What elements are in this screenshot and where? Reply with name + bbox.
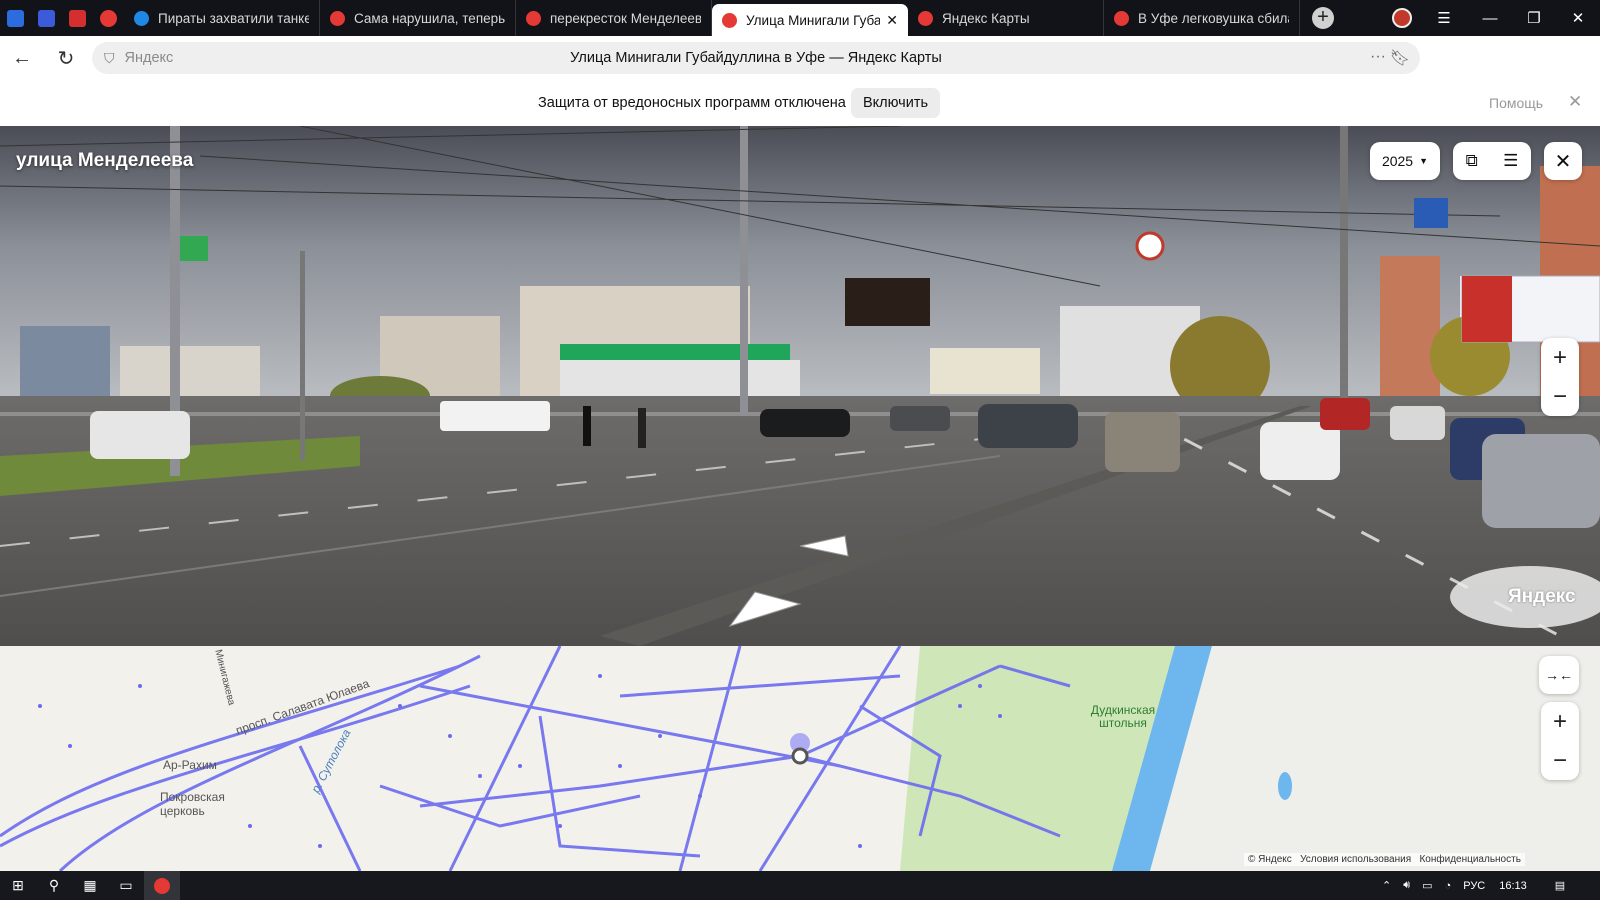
browser-tab[interactable]: В Уфе легковушка сбила <box>1104 0 1300 36</box>
mini-map[interactable]: просп. Салавата Юлаева Минигажева р. Сут… <box>0 646 1600 871</box>
map-zoom: + − <box>1541 702 1579 780</box>
reload-button[interactable]: ↻ <box>44 36 88 80</box>
pinned-tab[interactable] <box>31 0 62 36</box>
close-panorama-button[interactable]: ✕ <box>1544 142 1582 180</box>
page-title: Улица Минигали Губайдуллина в Уфе — Янде… <box>570 50 942 66</box>
browser-tab[interactable]: Яндекс Карты <box>908 0 1104 36</box>
yandex-watermark: Яндекс <box>1450 566 1600 628</box>
tab-favicon-icon <box>134 10 149 26</box>
browser-tab[interactable]: Сама нарушила, теперь <box>320 0 516 36</box>
map-label-mosque: Ар-Рахим <box>163 758 217 772</box>
tab-favicon-icon <box>918 10 933 26</box>
tray-arrow-icon[interactable]: ⌃ <box>1382 879 1391 892</box>
yandex-watermark-text: Яндекс <box>1508 586 1576 607</box>
system-tray: ⌃ 🔊︎ ▭ ◔ РУС 16:13 ▤ <box>1382 871 1565 900</box>
language-indicator[interactable]: РУС <box>1463 880 1485 892</box>
browser-tab[interactable]: перекресток Менделеев <box>516 0 712 36</box>
app-icon <box>100 9 117 27</box>
profile-avatar[interactable] <box>1380 0 1424 36</box>
map-copyright: © Яндекс Условия использования Конфиденц… <box>1244 853 1525 866</box>
panorama-tools: ⧉ ☰ <box>1453 142 1531 180</box>
notifications-icon[interactable]: ▤ <box>1555 879 1565 892</box>
tab-title: Пираты захватили танке <box>158 10 309 26</box>
menu-icon[interactable]: ☰ <box>1422 0 1466 36</box>
app-icon <box>38 9 55 27</box>
map-zoom-in-button[interactable]: + <box>1541 702 1579 741</box>
app-icon <box>7 9 24 27</box>
tab-title: Яндекс Карты <box>942 10 1030 26</box>
enable-protection-button[interactable]: Включить <box>851 88 940 118</box>
year-selector[interactable]: 2025 ▼ <box>1370 142 1440 180</box>
map-canvas <box>0 646 1600 871</box>
security-infobar: Защита от вредоносных программ отключена… <box>0 80 1600 126</box>
network-icon[interactable]: ◔ <box>1445 880 1452 892</box>
tab-bar: Пираты захватили танке Сама нарушила, теп… <box>0 0 1600 36</box>
url-field[interactable]: ⛉ Яндекс Улица Минигали Губайдуллина в У… <box>92 42 1420 74</box>
zoom-out-button[interactable]: − <box>1541 377 1579 416</box>
tab-favicon-icon <box>526 10 541 26</box>
close-infobar-icon[interactable]: ✕ <box>1568 92 1582 112</box>
tab-title: В Уфе легковушка сбила <box>1138 10 1289 26</box>
battery-icon[interactable]: ▭ <box>1422 879 1432 892</box>
start-icon[interactable]: ⊞ <box>0 871 36 900</box>
panorama-image <box>0 126 1600 646</box>
browser-tab[interactable]: Улица Минигали Губа ✕ <box>712 4 908 36</box>
map-label-church: Покровская церковь <box>160 790 225 818</box>
privacy-link[interactable]: Конфиденциальность <box>1419 854 1520 865</box>
open-external-icon[interactable]: ⧉ <box>1466 151 1478 171</box>
minimize-button[interactable]: — <box>1468 0 1512 36</box>
help-link[interactable]: Помощь <box>1489 95 1543 111</box>
menu-lines-icon[interactable]: ☰ <box>1503 151 1518 171</box>
new-tab-button[interactable]: + <box>1312 7 1334 29</box>
map-zoom-out-button[interactable]: − <box>1541 741 1579 780</box>
clock[interactable]: 16:13 <box>1499 880 1527 892</box>
year-value: 2025 <box>1381 153 1414 169</box>
address-bar: ← ↻ ⛉ Яндекс Улица Минигали Губайдуллина… <box>0 36 1600 104</box>
terms-link[interactable]: Условия использования <box>1300 854 1411 865</box>
pinned-tab[interactable] <box>62 0 93 36</box>
zoom-in-button[interactable]: + <box>1541 338 1579 377</box>
tab-favicon-icon <box>722 12 737 28</box>
caret-down-icon: ▼ <box>1419 156 1429 166</box>
tab-favicon-icon <box>1114 10 1129 26</box>
bookmark-icon[interactable]: 🔖︎ <box>1390 48 1410 68</box>
tab-title: Сама нарушила, теперь <box>354 10 505 26</box>
pinned-tab[interactable] <box>0 0 31 36</box>
infobar-message: Защита от вредоносных программ отключена <box>538 95 846 111</box>
yandex-browser-icon[interactable] <box>144 871 180 900</box>
tab-favicon-icon <box>330 10 345 26</box>
tab-title: перекресток Менделеев <box>550 10 701 26</box>
close-window-button[interactable]: ✕ <box>1556 0 1600 36</box>
app-icon[interactable]: ▭ <box>108 871 144 900</box>
back-button[interactable]: ← <box>0 36 44 80</box>
copyright-text: © Яндекс <box>1248 854 1292 865</box>
street-panorama[interactable]: улица Менделеева 2025 ▼ ⧉ ☰ ✕ + − Яндекс <box>0 126 1600 646</box>
search-icon[interactable]: ⚲ <box>36 871 72 900</box>
map-label-shaft: Дудкинская штольня <box>1090 703 1156 730</box>
more-icon[interactable]: ··· <box>1370 48 1386 66</box>
collapse-map-icon[interactable]: →← <box>1539 656 1579 694</box>
app-icon[interactable]: ▦ <box>72 871 108 900</box>
pinned-tab[interactable] <box>93 0 124 36</box>
browser-tab[interactable]: Пираты захватили танке <box>124 0 320 36</box>
app-icon <box>69 9 86 27</box>
panorama-zoom: + − <box>1541 338 1579 416</box>
restore-button[interactable]: ❐ <box>1512 0 1556 36</box>
windows-taskbar: ⊞ ⚲ ▦ ▭ ⌃ 🔊︎ ▭ ◔ РУС 16:13 ▤ <box>0 871 1600 900</box>
close-tab-icon[interactable]: ✕ <box>880 12 898 29</box>
tab-title: Улица Минигали Губа <box>746 12 881 28</box>
volume-icon[interactable]: 🔊︎ <box>1403 879 1410 892</box>
street-name: улица Менделеева <box>16 150 194 171</box>
